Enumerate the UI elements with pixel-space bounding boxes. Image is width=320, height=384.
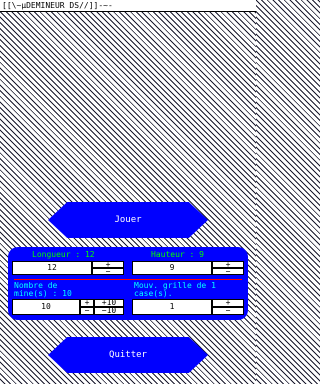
width-label: Longueur : 12 <box>32 250 95 259</box>
width-plus-button[interactable]: + <box>92 261 124 268</box>
height-plus-button[interactable]: + <box>212 261 244 268</box>
width-minus-button[interactable]: − <box>92 268 124 275</box>
quit-button[interactable]: Quitter <box>48 337 208 373</box>
height-minus-button[interactable]: − <box>212 268 244 275</box>
height-value: 9 <box>132 261 212 275</box>
move-label: Mouv. grille de 1 case(s). <box>134 281 216 298</box>
separator <box>14 279 242 280</box>
move-minus-button[interactable]: − <box>212 307 244 315</box>
mines-value: 10 <box>12 299 80 315</box>
title-bar: [[\~µDEMINEUR DS//]]-~- <box>0 0 256 12</box>
mines-minus-button[interactable]: − <box>80 307 94 315</box>
play-button[interactable]: Jouer <box>48 202 208 238</box>
mines-plus-button[interactable]: + <box>80 299 94 307</box>
width-value: 12 <box>12 261 92 275</box>
mines-minus10-button[interactable]: −10 <box>94 307 124 315</box>
settings-panel: Longueur : 12 Hauteur : 9 12 + − 9 + − N… <box>8 247 248 320</box>
move-value: 1 <box>132 299 212 315</box>
mines-plus10-button[interactable]: +10 <box>94 299 124 307</box>
quit-button-label: Quitter <box>109 350 147 360</box>
play-button-label: Jouer <box>114 215 142 225</box>
height-label: Hauteur : 9 <box>151 250 204 259</box>
mines-label: Nombre de mine(s) : 10 <box>14 281 72 298</box>
move-plus-button[interactable]: + <box>212 299 244 307</box>
